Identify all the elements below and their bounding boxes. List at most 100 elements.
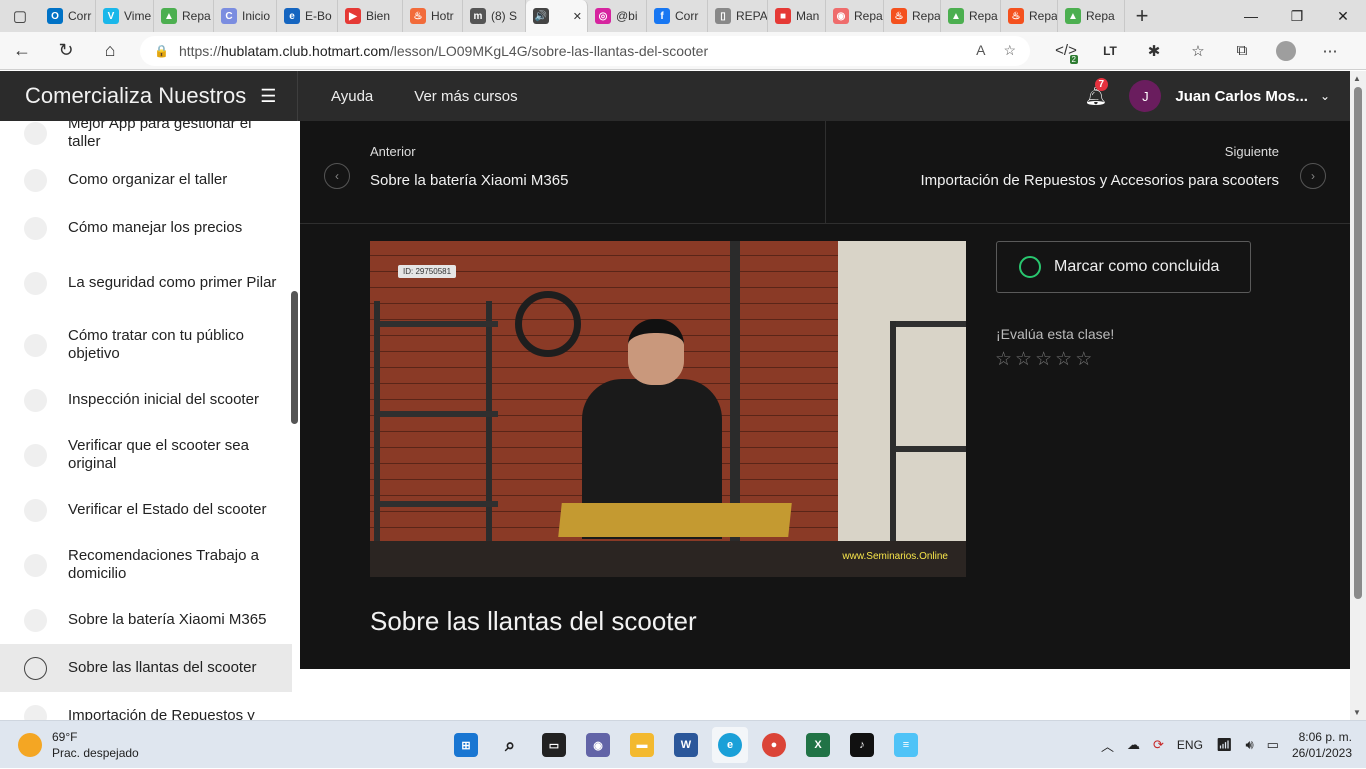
- browser-tab[interactable]: e E-Bo: [277, 0, 338, 32]
- rating-star-icon[interactable]: ☆: [1015, 348, 1032, 371]
- search-icon[interactable]: ⌕: [492, 727, 528, 763]
- user-name[interactable]: Juan Carlos Mos...: [1175, 88, 1308, 105]
- menu-hamburger-icon[interactable]: ☰: [260, 86, 276, 107]
- lesson-item[interactable]: La seguridad como primer Pilar: [0, 252, 292, 314]
- notifications-bell-icon[interactable]: 🔔︎ 7: [1085, 77, 1109, 107]
- tray-chevron-up-icon[interactable]: ︿: [1101, 736, 1114, 755]
- browser-tab[interactable]: ▲ Repa: [1058, 0, 1125, 32]
- sidebar-scrollbar[interactable]: [291, 291, 298, 424]
- close-window-icon[interactable]: ✕: [1320, 0, 1366, 32]
- browser-tab[interactable]: ▲ Repa: [154, 0, 214, 32]
- browser-tab[interactable]: ◉ Repa: [826, 0, 884, 32]
- clock[interactable]: 8:06 p. m. 26/01/2023: [1292, 729, 1352, 761]
- browser-tab-strip: ▢ O Corr V Vime ▲ Repa C Inicio e E-Bo ▶ Bien ♨ Hotr m…: [0, 0, 1366, 32]
- back-icon[interactable]: ←: [0, 32, 44, 70]
- browser-tab[interactable]: ▲ Repa: [941, 0, 1001, 32]
- extensions-icon[interactable]: ✱: [1132, 32, 1176, 70]
- task-view-icon[interactable]: ▭: [536, 727, 572, 763]
- new-tab-button[interactable]: +: [1125, 0, 1159, 32]
- url-field[interactable]: 🔒 https://hublatam.club.hotmart.com/less…: [140, 35, 1030, 66]
- next-lesson-link[interactable]: Importación de Repuestos y Accesorios pa…: [920, 172, 1279, 189]
- input-language[interactable]: ENG: [1177, 738, 1203, 752]
- volume-icon[interactable]: 🔊︎: [1245, 737, 1253, 753]
- notepad-icon[interactable]: ≡: [888, 727, 924, 763]
- scroll-down-icon[interactable]: ▼: [1353, 708, 1361, 717]
- wifi-icon[interactable]: 📶︎: [1216, 737, 1233, 753]
- chevron-right-icon[interactable]: ›: [1300, 163, 1326, 189]
- help-link[interactable]: Ayuda: [331, 88, 373, 105]
- lesson-item-label: Mejor App para gestionar el taller: [68, 121, 252, 150]
- scroll-up-icon[interactable]: ▲: [1353, 74, 1361, 83]
- browser-tab[interactable]: ▶ Bien: [338, 0, 403, 32]
- excel-icon[interactable]: X: [800, 727, 836, 763]
- browser-tab[interactable]: ♨ Hotr: [403, 0, 463, 32]
- read-aloud-icon[interactable]: A: [976, 42, 985, 59]
- page-scroll-thumb[interactable]: [1354, 87, 1362, 599]
- lesson-item[interactable]: Mejor App para gestionar el taller: [0, 121, 292, 155]
- lesson-item[interactable]: Recomendaciones Trabajo a domicilio: [0, 534, 292, 596]
- weather-temp: 69°F: [52, 730, 78, 744]
- browser-tab[interactable]: O Corr: [40, 0, 96, 32]
- extension-lt-icon[interactable]: LT: [1088, 32, 1132, 70]
- lesson-item[interactable]: Verificar el Estado del scooter: [0, 486, 292, 534]
- lesson-item[interactable]: Cómo tratar con tu público objetivo: [0, 314, 292, 376]
- edge-icon[interactable]: e: [712, 727, 748, 763]
- lesson-item[interactable]: Como organizar el taller: [0, 156, 292, 204]
- weather-widget[interactable]: 69°F Prac. despejado: [18, 729, 139, 761]
- chevron-left-icon[interactable]: ‹: [324, 163, 350, 189]
- browser-tab[interactable]: C Inicio: [214, 0, 277, 32]
- tiktok-icon[interactable]: ♪: [844, 727, 880, 763]
- browser-tab[interactable]: m (8) S: [463, 0, 526, 32]
- lesson-item-current[interactable]: Sobre las llantas del scooter: [0, 644, 292, 692]
- more-courses-link[interactable]: Ver más cursos: [414, 88, 517, 105]
- chrome-icon[interactable]: ●: [756, 727, 792, 763]
- onedrive-icon[interactable]: ☁: [1127, 737, 1140, 753]
- profile-icon[interactable]: [1264, 32, 1308, 70]
- lesson-status-circle-icon: [24, 498, 47, 522]
- minimize-icon[interactable]: —: [1228, 0, 1274, 32]
- teams-chat-icon[interactable]: ◉: [580, 727, 616, 763]
- browser-tab[interactable]: V Vime: [96, 0, 154, 32]
- favorite-add-icon[interactable]: ☆: [1003, 42, 1016, 59]
- extension-devtools-icon[interactable]: </> 2: [1044, 32, 1088, 70]
- restore-icon[interactable]: ❐: [1274, 0, 1320, 32]
- browser-tab[interactable]: f Corr: [647, 0, 708, 32]
- rating-star-icon[interactable]: ☆: [1075, 348, 1092, 371]
- browser-tab[interactable]: ▯ REPA: [708, 0, 768, 32]
- lesson-status-circle-icon: [24, 608, 47, 632]
- mark-complete-button[interactable]: Marcar como concluida: [996, 241, 1251, 293]
- lesson-status-circle-icon: [24, 704, 47, 720]
- file-explorer-icon[interactable]: ▬: [624, 727, 660, 763]
- browser-tab[interactable]: ■ Man: [768, 0, 826, 32]
- rating-star-icon[interactable]: ☆: [1055, 348, 1072, 371]
- browser-tab[interactable]: 🔊 ✕: [526, 0, 588, 32]
- close-tab-icon[interactable]: ✕: [573, 10, 582, 23]
- refresh-icon[interactable]: ↻: [44, 32, 88, 70]
- avatar[interactable]: J: [1129, 80, 1162, 112]
- home-icon[interactable]: ⌂: [88, 32, 132, 70]
- rating-star-icon[interactable]: ☆: [1035, 348, 1052, 371]
- battery-icon[interactable]: ▭: [1267, 737, 1279, 753]
- collections-icon[interactable]: ⧉: [1220, 32, 1264, 70]
- more-menu-icon[interactable]: ⋯: [1308, 32, 1352, 70]
- weather-desc: Prac. despejado: [52, 746, 139, 760]
- lesson-item[interactable]: Inspección inicial del scooter: [0, 376, 292, 424]
- favorites-icon[interactable]: ☆: [1176, 32, 1220, 70]
- lesson-item[interactable]: Importación de Repuestos y: [0, 692, 292, 720]
- network-alert-icon[interactable]: ⟳: [1153, 737, 1164, 753]
- word-icon[interactable]: W: [668, 727, 704, 763]
- browser-tab[interactable]: ♨ Repa: [884, 0, 941, 32]
- lesson-item[interactable]: Cómo manejar los precios: [0, 204, 292, 252]
- lesson-item[interactable]: Sobre la batería Xiaomi M365: [0, 596, 292, 644]
- tab-label: REPA: [736, 9, 768, 23]
- browser-tab[interactable]: ◎ @bi: [588, 0, 647, 32]
- start-icon[interactable]: ⊞: [448, 727, 484, 763]
- tab-actions-icon[interactable]: ▢: [0, 0, 40, 32]
- browser-tab[interactable]: ♨ Repa: [1001, 0, 1058, 32]
- prev-lesson-link[interactable]: Sobre la batería Xiaomi M365: [370, 172, 568, 189]
- page-scrollbar[interactable]: ▲ ▼: [1350, 71, 1366, 720]
- lesson-item[interactable]: Verificar que el scooter sea original: [0, 424, 292, 486]
- chevron-down-icon[interactable]: ⌄: [1320, 89, 1330, 103]
- rating-star-icon[interactable]: ☆: [995, 348, 1012, 371]
- video-player[interactable]: ID: 29750581 www.Seminarios.Online: [370, 241, 966, 577]
